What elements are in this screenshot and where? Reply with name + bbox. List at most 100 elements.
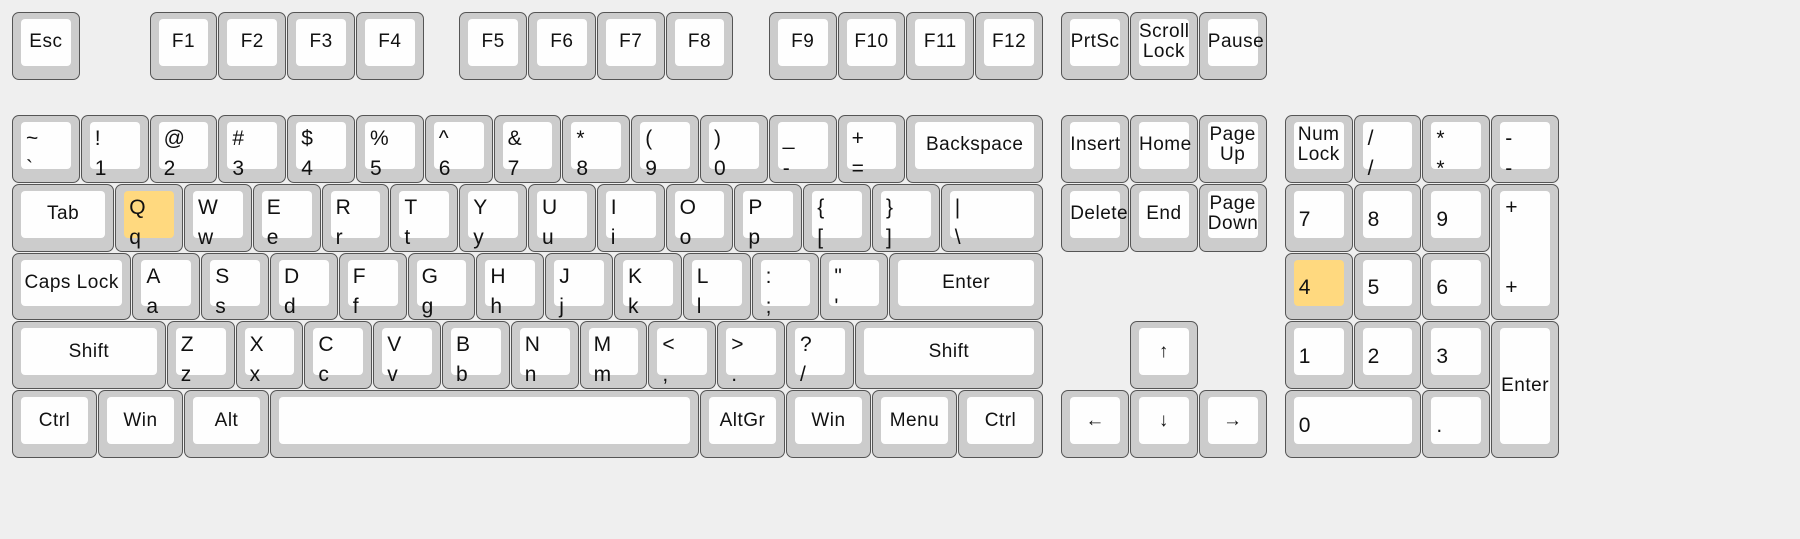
key-kpadd[interactable]: + + [1491,183,1559,321]
key-kp8[interactable]: 8 [1353,183,1422,252]
key-j[interactable]: Jj [545,252,613,321]
key-7[interactable]: & 7 [493,115,562,183]
key-f9[interactable]: F9 [768,12,837,80]
key-backslash[interactable]: | \ [940,183,1043,252]
key-0[interactable]: ) 0 [700,115,768,183]
key-f6[interactable]: F6 [528,12,596,80]
key-rbracket[interactable]: }] [872,183,940,252]
key-f11[interactable]: F11 [906,12,975,80]
key-pgdn[interactable]: Page Down [1198,183,1267,252]
key-kp7[interactable]: 7 [1284,183,1353,252]
key-kpmul[interactable]: * * [1422,115,1491,183]
key-kp4[interactable]: 4 [1284,252,1353,321]
key-9[interactable]: (9 [631,115,699,183]
key-numlock[interactable]: Num Lock [1284,115,1353,183]
key-p[interactable]: Pp [734,183,803,252]
key-kp3[interactable]: 3 [1422,321,1491,390]
key-home[interactable]: Home [1130,115,1198,183]
key-o[interactable]: Oo [665,183,734,252]
key-f1[interactable]: F1 [149,12,218,80]
key-kp2[interactable]: 2 [1353,321,1422,390]
key-down[interactable]: ↓ [1130,390,1198,458]
key-f4[interactable]: F4 [356,12,424,80]
key-enter[interactable]: Enter [889,252,1043,321]
key-kp6[interactable]: 6 [1422,252,1491,321]
key-w[interactable]: Ww [184,183,252,252]
key-t[interactable]: Tt [390,183,459,252]
key-delete[interactable]: Delete [1061,183,1129,252]
key-equal[interactable]: + = [837,115,906,183]
key-i[interactable]: Ii [596,183,665,252]
key-lalt[interactable]: Alt [184,390,269,458]
key-1[interactable]: ! 1 [80,115,149,183]
key-caps[interactable]: Caps Lock [12,252,132,321]
key-a[interactable]: Aa [132,252,201,321]
key-tab[interactable]: Tab [12,183,115,252]
key-e[interactable]: Ee [252,183,321,252]
key-pgup[interactable]: Page Up [1198,115,1267,183]
key-6[interactable]: ^ 6 [424,115,493,183]
key-3[interactable]: #3 [218,115,287,183]
key-f5[interactable]: F5 [459,12,527,80]
key-d[interactable]: Dd [270,252,338,321]
key-l[interactable]: Ll [682,252,751,321]
key-f12[interactable]: F12 [975,12,1043,80]
key-f3[interactable]: F3 [287,12,355,80]
key-2[interactable]: @2 [149,115,218,183]
key-c[interactable]: Cc [304,321,373,390]
key-esc[interactable]: Esc [12,12,80,80]
key-quote[interactable]: " ' [820,252,889,321]
key-altgr[interactable]: AltGr [700,390,785,458]
key-rshift[interactable]: Shift [854,321,1043,390]
key-z[interactable]: Zz [166,321,235,390]
key-kp9[interactable]: 9 [1422,183,1491,252]
key-menu[interactable]: Menu [872,390,957,458]
key-f2[interactable]: F2 [218,12,287,80]
key-rwin[interactable]: Win [786,390,871,458]
key-g[interactable]: Gg [407,252,476,321]
key-comma[interactable]: <, [648,321,717,390]
key-5[interactable]: % 5 [356,115,424,183]
key-h[interactable]: Hh [476,252,545,321]
key-end[interactable]: End [1130,183,1198,252]
key-kp5[interactable]: 5 [1353,252,1422,321]
key-semicolon[interactable]: :; [751,252,820,321]
key-f7[interactable]: F7 [596,12,665,80]
key-grave[interactable]: ~ ` [12,115,80,183]
key-n[interactable]: Nn [510,321,579,390]
key-backspace[interactable]: Backspace [906,115,1043,183]
key-f10[interactable]: F10 [837,12,906,80]
key-kpsub[interactable]: -- [1491,115,1559,183]
key-4[interactable]: $4 [287,115,355,183]
key-8[interactable]: * 8 [562,115,631,183]
key-kpenter[interactable]: Enter [1491,321,1559,458]
key-q[interactable]: Qq [115,183,183,252]
key-v[interactable]: Vv [373,321,441,390]
key-scroll[interactable]: Scroll Lock [1130,12,1198,80]
key-left[interactable]: ← [1061,390,1129,458]
key-k[interactable]: Kk [614,252,682,321]
key-lshift[interactable]: Shift [12,321,166,390]
key-y[interactable]: Yy [459,183,527,252]
key-kp0[interactable]: 0 [1284,390,1422,458]
key-rctrl[interactable]: Ctrl [958,390,1043,458]
key-b[interactable]: Bb [442,321,510,390]
key-u[interactable]: Uu [528,183,596,252]
key-lbracket[interactable]: {[ [803,183,871,252]
key-f8[interactable]: F8 [665,12,734,80]
key-lwin[interactable]: Win [98,390,183,458]
key-prtsc[interactable]: PrtSc [1061,12,1129,80]
key-x[interactable]: Xx [235,321,304,390]
key-insert[interactable]: Insert [1061,115,1129,183]
key-kpdiv[interactable]: / / [1353,115,1422,183]
key-pause[interactable]: Pause [1198,12,1267,80]
key-kp1[interactable]: 1 [1284,321,1353,390]
key-up[interactable]: ↑ [1130,321,1198,390]
key-lctrl[interactable]: Ctrl [12,390,97,458]
key-period[interactable]: >. [717,321,785,390]
key-space[interactable] [270,390,699,458]
key-f[interactable]: Ff [338,252,407,321]
key-slash[interactable]: ? / [786,321,854,390]
key-s[interactable]: Ss [201,252,269,321]
key-right[interactable]: → [1198,390,1267,458]
